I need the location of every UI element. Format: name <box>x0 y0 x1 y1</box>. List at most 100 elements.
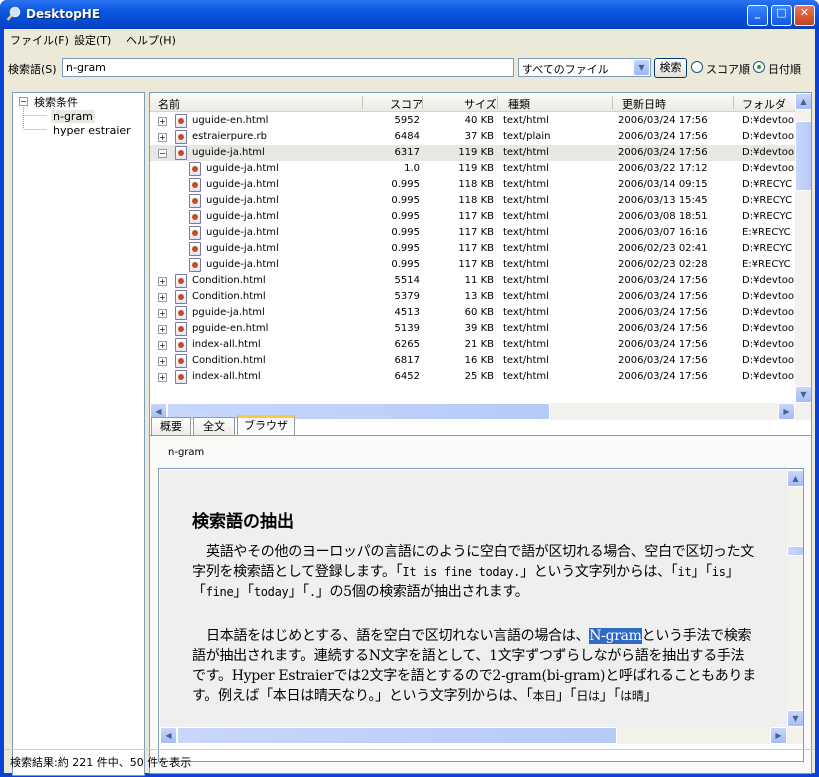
table-row[interactable]: + pguide-ja.html 4513 60 KB text/html 2006/03… <box>150 305 797 321</box>
file-name: pguide-ja.html <box>192 307 265 318</box>
table-row[interactable]: − uguide-ja.html 6317 119 KB text/html 2006/0… <box>150 145 797 161</box>
row-expand-toggle[interactable]: + <box>158 293 167 302</box>
file-score: 0.995 <box>391 227 420 238</box>
text: 」 <box>643 688 658 704</box>
col-type[interactable]: 種類 <box>508 96 530 112</box>
file-name: Condition.html <box>192 275 266 286</box>
sort-score-radio[interactable] <box>691 61 703 73</box>
sort-date-label[interactable]: 日付順 <box>768 61 801 77</box>
scroll-right-icon[interactable]: ▶ <box>770 727 787 744</box>
row-expand-toggle[interactable]: − <box>158 149 167 158</box>
scroll-down-icon[interactable]: ▼ <box>787 710 803 727</box>
highlighted-term[interactable]: N-gram <box>589 628 642 644</box>
scroll-left-icon[interactable]: ◀ <box>160 727 177 744</box>
col-divider[interactable] <box>612 96 613 109</box>
tab-summary[interactable]: 概要 <box>151 417 191 436</box>
col-date[interactable]: 更新日時 <box>622 96 666 112</box>
table-row[interactable]: uguide-ja.html 0.995 117 KB text/html 2006/0… <box>150 241 795 257</box>
text: 」の5個の検索語が抽出されます。 <box>315 584 529 600</box>
minimize-button[interactable]: _ <box>747 5 768 26</box>
search-button[interactable]: 検索 <box>654 58 687 78</box>
html-file-icon <box>189 178 201 192</box>
tree-item-ngram[interactable]: n-gram <box>51 110 95 123</box>
scroll-down-icon[interactable]: ▼ <box>795 386 811 403</box>
browser-hscroll[interactable]: ◀ ▶ <box>160 727 803 744</box>
html-file-icon <box>189 194 201 208</box>
file-filter-select[interactable]: すべてのファイル ▼ <box>518 58 651 77</box>
code: today <box>253 585 289 599</box>
tree-item-hyper-estraier[interactable]: hyper estraier <box>53 124 131 137</box>
search-input[interactable]: n-gram <box>62 58 514 77</box>
row-expand-toggle[interactable]: + <box>158 133 167 142</box>
table-row[interactable]: + Condition.html 6817 16 KB text/html 2006/03… <box>150 353 797 369</box>
table-row[interactable]: uguide-ja.html 0.995 117 KB text/html 2006/0… <box>150 209 795 225</box>
file-size: 117 KB <box>458 243 494 254</box>
file-name: uguide-ja.html <box>206 243 279 254</box>
table-row[interactable]: uguide-ja.html 0.995 117 KB text/html 2006/0… <box>150 225 795 241</box>
file-folder: D:¥RECYC <box>742 211 793 222</box>
file-type: text/html <box>503 179 549 190</box>
html-file-icon <box>175 370 187 384</box>
close-button[interactable]: ✕ <box>794 5 815 26</box>
table-row[interactable]: uguide-ja.html 1.0 119 KB text/html 2006/03/… <box>150 161 797 177</box>
title-bar[interactable]: DesktopHE _ □ ✕ <box>0 0 819 29</box>
text: 」「 <box>555 688 577 704</box>
menu-help[interactable]: ヘルプ(H) <box>126 32 176 48</box>
scroll-up-icon[interactable]: ▲ <box>795 93 811 110</box>
table-row[interactable]: uguide-ja.html 0.995 118 KB text/html 2006/0… <box>150 193 795 209</box>
scroll-thumb[interactable] <box>787 546 803 556</box>
row-expand-toggle[interactable]: + <box>158 309 167 318</box>
row-expand-toggle[interactable]: + <box>158 117 167 126</box>
table-row[interactable]: + index-all.html 6265 21 KB text/html 2006/03… <box>150 337 797 353</box>
col-divider[interactable] <box>497 96 498 109</box>
row-expand-toggle[interactable]: + <box>158 277 167 286</box>
row-expand-toggle[interactable]: + <box>158 357 167 366</box>
file-score: 6317 <box>394 147 420 158</box>
file-folder: D:¥RECYC <box>742 243 793 254</box>
sort-date-radio[interactable] <box>753 61 765 73</box>
col-divider[interactable] <box>362 96 363 109</box>
col-divider[interactable] <box>733 96 734 109</box>
file-date: 2006/03/22 17:12 <box>618 163 708 174</box>
file-score: 6817 <box>394 355 420 366</box>
file-size: 119 KB <box>458 163 494 174</box>
scroll-thumb[interactable] <box>177 727 617 744</box>
row-expand-toggle[interactable]: + <box>158 325 167 334</box>
maximize-icon: □ <box>776 6 787 19</box>
scroll-up-icon[interactable]: ▲ <box>787 470 803 487</box>
tree-collapse-toggle[interactable]: − <box>19 97 28 106</box>
col-name[interactable]: 名前 <box>158 96 180 112</box>
maximize-button[interactable]: □ <box>771 5 792 26</box>
row-expand-toggle[interactable]: + <box>158 373 167 382</box>
chevron-down-icon[interactable]: ▼ <box>634 60 649 75</box>
file-folder: D:¥devtool <box>742 355 797 366</box>
html-file-icon <box>175 290 187 304</box>
table-row[interactable]: + estraierpure.rb 6484 37 KB text/plain 2006/… <box>150 129 797 145</box>
file-size: 21 KB <box>464 339 494 350</box>
table-row[interactable]: + uguide-en.html 5952 40 KB text/html 2006/03… <box>150 113 797 129</box>
col-folder[interactable]: フォルダ <box>742 96 786 112</box>
row-expand-toggle[interactable]: + <box>158 341 167 350</box>
table-row[interactable]: + index-all.html 6452 25 KB text/html 2006/03… <box>150 369 797 385</box>
table-row[interactable]: + Condition.html 5514 11 KB text/html 2006/03… <box>150 273 797 289</box>
table-row[interactable]: + Condition.html 5379 13 KB text/html 2006/03… <box>150 289 797 305</box>
sort-score-label[interactable]: スコア順 <box>706 61 750 77</box>
html-file-icon <box>189 162 201 176</box>
col-size[interactable]: サイズ <box>464 96 497 112</box>
tab-browser[interactable]: ブラウザ <box>237 415 295 437</box>
tab-fulltext[interactable]: 全文 <box>193 417 235 436</box>
table-row[interactable]: uguide-ja.html 0.995 118 KB text/html 2006/0… <box>150 177 795 193</box>
results-vscroll[interactable]: ▲ ▼ <box>795 93 811 403</box>
menu-settings[interactable]: 設定(T) <box>74 32 111 48</box>
menu-file[interactable]: ファイル(F) <box>10 32 69 48</box>
browser-vscroll[interactable]: ▲ ▼ <box>787 470 803 727</box>
scroll-right-icon[interactable]: ▶ <box>778 403 795 420</box>
col-divider[interactable] <box>422 96 423 109</box>
scroll-thumb[interactable] <box>795 121 811 191</box>
table-row[interactable]: uguide-ja.html 0.995 117 KB text/html 2006/0… <box>150 257 795 273</box>
file-filter-value: すべてのファイル <box>522 63 609 76</box>
table-row[interactable]: + pguide-en.html 5139 39 KB text/html 2006/03… <box>150 321 797 337</box>
file-size: 39 KB <box>464 323 494 334</box>
search-label: 検索語(S) <box>8 63 57 76</box>
col-score[interactable]: スコア <box>390 96 423 112</box>
